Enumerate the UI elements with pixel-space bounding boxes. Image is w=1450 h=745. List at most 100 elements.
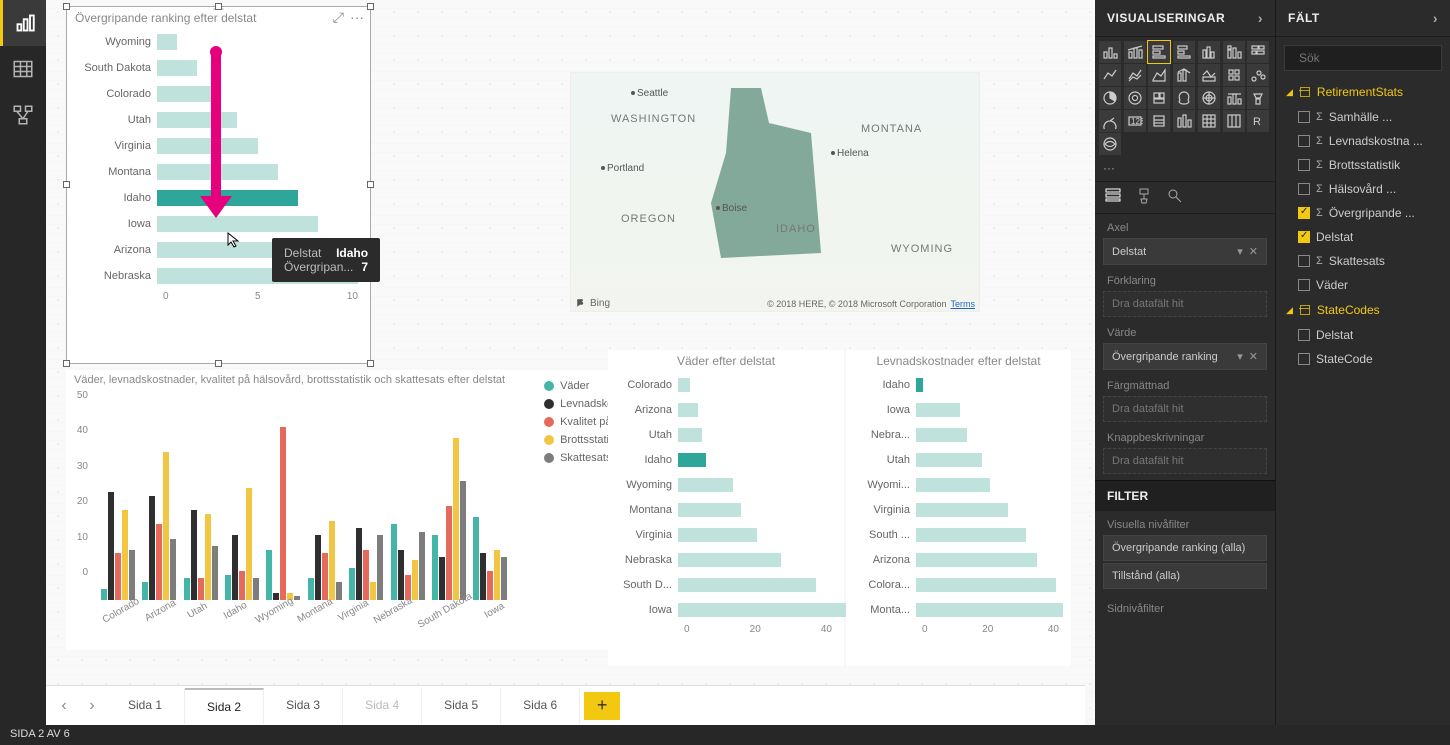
bar-row[interactable]: Nebraska — [608, 547, 844, 572]
map-terms-link[interactable]: Terms — [951, 299, 976, 309]
viz-type-button[interactable] — [1124, 64, 1146, 86]
page-tab[interactable]: Sida 6 — [501, 688, 580, 724]
bar-row[interactable]: Nebra... — [846, 422, 1071, 447]
bar-row[interactable]: Utah — [846, 447, 1071, 472]
field-checkbox[interactable] — [1298, 231, 1310, 243]
bar-row[interactable]: Monta... — [846, 597, 1071, 622]
analytics-tab-icon[interactable] — [1167, 188, 1183, 207]
field-checkbox[interactable] — [1298, 329, 1310, 341]
page-tab[interactable]: Sida 1 — [106, 688, 185, 724]
field-checkbox[interactable] — [1298, 207, 1310, 219]
viz-type-button[interactable] — [1198, 41, 1220, 63]
viz-type-button[interactable]: 123 — [1124, 110, 1146, 132]
field-item[interactable]: Delstat — [1276, 225, 1450, 249]
field-checkbox[interactable] — [1298, 135, 1310, 147]
bar-row[interactable]: South ... — [846, 522, 1071, 547]
format-tab-icon[interactable] — [1137, 188, 1151, 207]
field-checkbox[interactable] — [1298, 159, 1310, 171]
viz-type-button[interactable] — [1223, 64, 1245, 86]
viz-type-button[interactable] — [1198, 110, 1220, 132]
bar-row[interactable]: Iowa — [846, 397, 1071, 422]
field-checkbox[interactable] — [1298, 111, 1310, 123]
bar-row[interactable]: South D... — [608, 572, 844, 597]
viz-type-button[interactable] — [1099, 41, 1121, 63]
viz-type-button[interactable] — [1148, 64, 1170, 86]
field-checkbox[interactable] — [1298, 279, 1310, 291]
viz-type-button[interactable] — [1173, 64, 1195, 86]
field-item[interactable]: Väder — [1276, 273, 1450, 297]
saturation-well[interactable]: Dra datafält hit — [1103, 396, 1267, 422]
viz-type-button[interactable] — [1148, 110, 1170, 132]
tooltip-well[interactable]: Dra datafält hit — [1103, 448, 1267, 474]
viz-type-button[interactable] — [1247, 41, 1269, 63]
field-item[interactable]: ΣHälsovård ... — [1276, 177, 1450, 201]
viz-type-button[interactable] — [1173, 87, 1195, 109]
viz-more-button[interactable]: ··· — [1095, 159, 1275, 181]
viz-type-button[interactable] — [1223, 110, 1245, 132]
table-header[interactable]: ◢StateCodes — [1276, 297, 1450, 323]
field-item[interactable]: ΣSkattesats — [1276, 249, 1450, 273]
bar-row[interactable]: Utah — [608, 422, 844, 447]
field-item[interactable]: ΣÖvergripande ... — [1276, 201, 1450, 225]
viz-type-button[interactable] — [1247, 87, 1269, 109]
bar-row[interactable]: Arizona — [846, 547, 1071, 572]
viz-type-button[interactable] — [1124, 41, 1146, 63]
viz-type-button[interactable] — [1124, 87, 1146, 109]
field-item[interactable]: ΣBrottsstatistik — [1276, 153, 1450, 177]
remove-field-icon[interactable]: ✕ — [1249, 246, 1258, 258]
viz-type-button[interactable] — [1099, 64, 1121, 86]
viz-type-button[interactable] — [1173, 41, 1195, 63]
bar-row[interactable]: Idaho — [846, 372, 1071, 397]
livingcost-bar-chart[interactable]: Levnadskostnader efter delstat IdahoIowa… — [846, 350, 1071, 666]
collapse-pane-icon[interactable]: › — [1433, 10, 1438, 26]
viz-type-button[interactable] — [1099, 133, 1121, 155]
focus-mode-icon[interactable]: ⤢ — [333, 9, 344, 26]
report-view-button[interactable] — [0, 0, 46, 46]
viz-type-button[interactable] — [1148, 41, 1170, 63]
field-checkbox[interactable] — [1298, 353, 1310, 365]
bar-row[interactable]: Idaho — [608, 447, 844, 472]
page-tab[interactable]: Sida 4 — [343, 688, 422, 724]
bar-row[interactable]: Iowa — [608, 597, 844, 622]
axis-well[interactable]: Delstat▾✕ — [1103, 238, 1267, 265]
collapse-pane-icon[interactable]: › — [1258, 10, 1263, 26]
model-view-button[interactable] — [0, 92, 46, 138]
more-options-icon[interactable]: ··· — [350, 9, 364, 26]
viz-type-button[interactable] — [1198, 64, 1220, 86]
prev-page-button[interactable]: ‹ — [50, 697, 78, 715]
table-header[interactable]: ◢RetirementStats — [1276, 79, 1450, 105]
field-item[interactable]: StateCode — [1276, 347, 1450, 371]
viz-type-button[interactable] — [1099, 110, 1121, 132]
viz-type-button[interactable] — [1148, 87, 1170, 109]
bar-row[interactable]: Virginia — [846, 497, 1071, 522]
bar-row[interactable]: Wyoming — [608, 472, 844, 497]
bar-row[interactable]: Virginia — [608, 522, 844, 547]
field-checkbox[interactable] — [1298, 183, 1310, 195]
grouped-column-chart[interactable]: Väder, levnadskostnader, kvalitet på häl… — [66, 370, 654, 650]
viz-type-button[interactable] — [1223, 87, 1245, 109]
page-tab[interactable]: Sida 2 — [185, 688, 264, 724]
field-item[interactable]: Delstat — [1276, 323, 1450, 347]
viz-type-button[interactable] — [1099, 87, 1121, 109]
weather-bar-chart[interactable]: Väder efter delstat ColoradoArizonaUtahI… — [608, 350, 844, 666]
page-tab[interactable]: Sida 5 — [422, 688, 501, 724]
viz-type-button[interactable] — [1198, 87, 1220, 109]
next-page-button[interactable]: › — [78, 697, 106, 715]
field-checkbox[interactable] — [1298, 255, 1310, 267]
bar-row[interactable]: Colorado — [608, 372, 844, 397]
visual-filter-item[interactable]: Tillstånd (alla) — [1103, 563, 1267, 589]
field-search-input[interactable] — [1299, 51, 1450, 65]
remove-field-icon[interactable]: ✕ — [1249, 351, 1258, 363]
viz-type-button[interactable]: R — [1247, 110, 1269, 132]
bar-row[interactable]: Colora... — [846, 572, 1071, 597]
legend-well[interactable]: Dra datafält hit — [1103, 291, 1267, 317]
field-item[interactable]: ΣLevnadskostna ... — [1276, 129, 1450, 153]
field-item[interactable]: ΣSamhälle ... — [1276, 105, 1450, 129]
field-search[interactable] — [1284, 45, 1442, 71]
viz-type-button[interactable] — [1223, 41, 1245, 63]
visual-filter-item[interactable]: Övergripande ranking (alla) — [1103, 535, 1267, 561]
add-page-button[interactable]: + — [584, 692, 620, 720]
bar-row[interactable]: Wyomi... — [846, 472, 1071, 497]
map-visual[interactable]: Övergripande ranking efter delstat WASHI… — [570, 72, 980, 312]
data-view-button[interactable] — [0, 46, 46, 92]
